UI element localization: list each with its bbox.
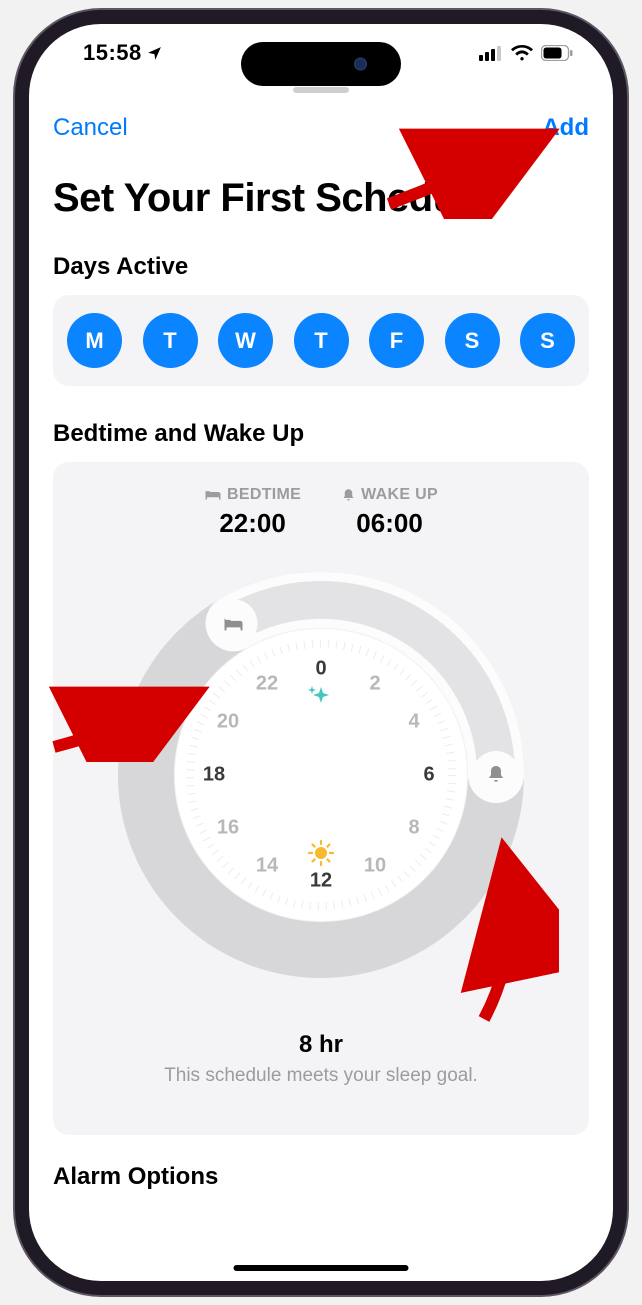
bedtime-handle[interactable] xyxy=(210,599,258,647)
day-toggle-fri[interactable]: F xyxy=(369,313,424,368)
status-time-text: 15:58 xyxy=(83,40,142,66)
status-time: 15:58 xyxy=(83,40,163,66)
hour-16: 16 xyxy=(217,816,239,838)
sleep-duration: 8 hr xyxy=(67,1031,575,1059)
cellular-icon xyxy=(479,45,503,61)
day-toggle-mon[interactable]: M xyxy=(67,313,122,368)
nav-bar: Cancel Add xyxy=(29,98,613,158)
hour-22: 22 xyxy=(256,672,278,694)
cancel-button[interactable]: Cancel xyxy=(53,114,128,142)
screen: 15:58 Cancel Add Set Your First Schedule… xyxy=(29,24,613,1281)
hour-14: 14 xyxy=(256,854,279,876)
hour-20: 20 xyxy=(217,710,239,732)
hour-4: 4 xyxy=(408,710,420,732)
wakeup-readout: WAKE UP 06:00 xyxy=(341,486,438,539)
days-heading: Days Active xyxy=(53,253,589,281)
location-icon xyxy=(146,45,163,62)
day-toggle-thu[interactable]: T xyxy=(294,313,349,368)
wakeup-label: WAKE UP xyxy=(361,486,438,504)
wifi-icon xyxy=(511,45,533,61)
battery-icon xyxy=(541,45,573,61)
add-button[interactable]: Add xyxy=(542,114,589,142)
hour-10: 10 xyxy=(364,854,386,876)
bell-icon xyxy=(341,488,356,503)
days-card: M T W T F S S xyxy=(53,295,589,386)
hour-8: 8 xyxy=(408,816,419,838)
bed-icon xyxy=(204,488,222,502)
page-title: Set Your First Schedule xyxy=(53,176,589,221)
content: Set Your First Schedule Days Active M T … xyxy=(29,158,613,1191)
wakeup-handle[interactable] xyxy=(472,751,520,799)
sun-icon xyxy=(309,841,333,865)
bedtime-label: BEDTIME xyxy=(227,486,301,504)
hour-2: 2 xyxy=(369,672,380,694)
home-indicator[interactable] xyxy=(234,1265,409,1271)
hour-6: 6 xyxy=(423,763,434,785)
day-toggle-tue[interactable]: T xyxy=(143,313,198,368)
phone-frame: 15:58 Cancel Add Set Your First Schedule… xyxy=(15,10,627,1295)
hour-12: 12 xyxy=(310,869,332,891)
bedtime-value: 22:00 xyxy=(204,508,301,539)
bedtime-readout: BEDTIME 22:00 xyxy=(204,486,301,539)
sleep-dial[interactable]: 0 2 4 6 8 10 12 14 16 18 20 xyxy=(111,565,531,985)
sleep-card: BEDTIME 22:00 WAKE UP 06:00 xyxy=(53,462,589,1135)
sleep-goal-message: This schedule meets your sleep goal. xyxy=(67,1065,575,1087)
day-toggle-sat[interactable]: S xyxy=(445,313,500,368)
wakeup-value: 06:00 xyxy=(341,508,438,539)
alarm-heading: Alarm Options xyxy=(53,1163,589,1191)
hour-0: 0 xyxy=(315,657,326,679)
dynamic-island xyxy=(241,42,401,86)
day-toggle-sun[interactable]: S xyxy=(520,313,575,368)
sleep-heading: Bedtime and Wake Up xyxy=(53,420,589,448)
day-toggle-wed[interactable]: W xyxy=(218,313,273,368)
hour-18: 18 xyxy=(203,763,225,785)
